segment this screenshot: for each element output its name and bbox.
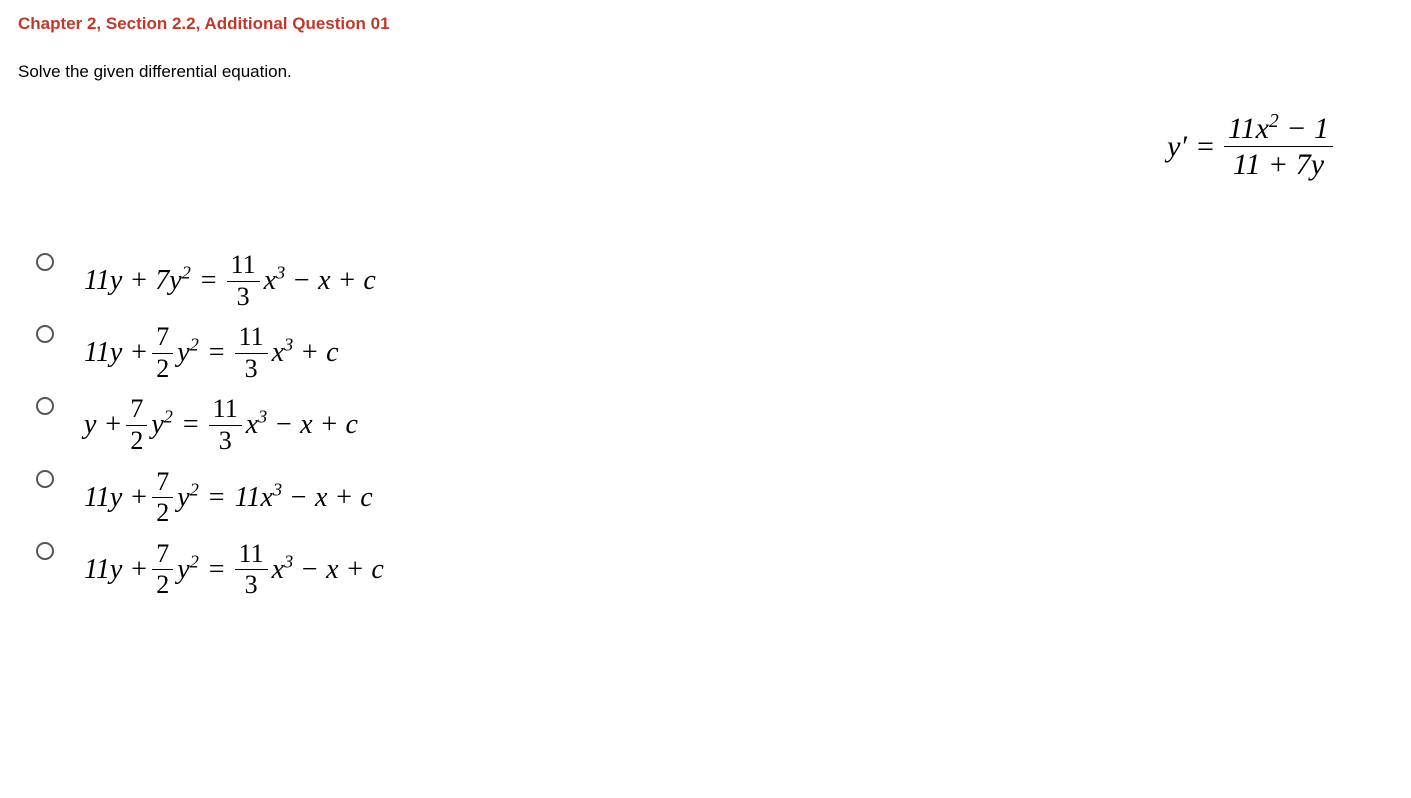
opt-right-frac: 11 3 xyxy=(209,395,242,455)
opt-left-frac: 7 2 xyxy=(126,395,147,455)
radio-button[interactable] xyxy=(36,253,54,271)
frac-num: 7 xyxy=(152,540,173,571)
frac-den: 2 xyxy=(152,570,173,600)
opt-frac: 11 3 xyxy=(227,251,260,311)
option-row: 11y + 7 2 y2 = 11 3 x3 − x + c xyxy=(36,540,1393,600)
opt-left-prefix: 11y + xyxy=(84,339,148,367)
opt-right: x3 − x + c xyxy=(272,556,384,584)
opt-left-prefix: y + xyxy=(84,411,122,439)
opt-eq: = xyxy=(203,339,231,367)
opt-left-prefix: 11y + xyxy=(84,556,148,584)
option-math: y + 7 2 y2 = 11 3 x3 − x + c xyxy=(84,395,358,455)
eq-fraction: 11x2 − 1 11 + 7y xyxy=(1224,112,1333,181)
radio-button[interactable] xyxy=(36,397,54,415)
frac-num: 11 xyxy=(235,323,268,354)
frac-den: 3 xyxy=(241,354,262,384)
frac-den: 3 xyxy=(241,570,262,600)
frac-den: 3 xyxy=(215,426,236,456)
opt-eq: = xyxy=(203,556,231,584)
frac-num: 7 xyxy=(152,468,173,499)
option-math: 11y + 7y2 = 11 3 x3 − x + c xyxy=(84,251,376,311)
opt-right: 11x3 − x + c xyxy=(235,484,373,512)
radio-button[interactable] xyxy=(36,470,54,488)
frac-den: 2 xyxy=(152,354,173,384)
frac-den: 3 xyxy=(233,282,254,312)
opt-left-suffix: y2 xyxy=(151,411,173,439)
opt-left-suffix: y2 xyxy=(177,484,199,512)
opt-right-frac: 11 3 xyxy=(235,323,268,383)
eq-numerator: 11x2 − 1 xyxy=(1224,112,1333,147)
opt-eq: = xyxy=(177,411,205,439)
frac-den: 2 xyxy=(126,426,147,456)
opt-left-suffix: y2 xyxy=(177,339,199,367)
question-title: Chapter 2, Section 2.2, Additional Quest… xyxy=(18,14,1393,34)
option-row: y + 7 2 y2 = 11 3 x3 − x + c xyxy=(36,395,1393,455)
option-math: 11y + 7 2 y2 = 11x3 − x + c xyxy=(84,468,373,528)
opt-eq: = xyxy=(195,267,223,295)
opt-right-frac: 11 3 xyxy=(235,540,268,600)
opt-left-frac: 7 2 xyxy=(152,323,173,383)
radio-button[interactable] xyxy=(36,325,54,343)
answer-options: 11y + 7y2 = 11 3 x3 − x + c 11y + 7 2 y2… xyxy=(36,251,1393,600)
opt-left: 11y + 7y2 xyxy=(84,267,191,295)
opt-left-frac: 7 2 xyxy=(152,540,173,600)
option-math: 11y + 7 2 y2 = 11 3 x3 − x + c xyxy=(84,540,384,600)
option-row: 11y + 7 2 y2 = 11 3 x3 + c xyxy=(36,323,1393,383)
opt-right: x3 − x + c xyxy=(264,267,376,295)
option-row: 11y + 7y2 = 11 3 x3 − x + c xyxy=(36,251,1393,311)
eq-lhs: y′ xyxy=(1167,130,1187,164)
frac-num: 7 xyxy=(152,323,173,354)
frac-num: 11 xyxy=(227,251,260,282)
frac-num: 7 xyxy=(126,395,147,426)
question-prompt: Solve the given differential equation. xyxy=(18,62,1393,82)
frac-den: 2 xyxy=(152,498,173,528)
option-row: 11y + 7 2 y2 = 11x3 − x + c xyxy=(36,468,1393,528)
eq-equals: = xyxy=(1197,130,1214,164)
opt-right: x3 + c xyxy=(272,339,339,367)
equation-display: y′ = 11x2 − 1 11 + 7y xyxy=(18,112,1393,181)
opt-left-suffix: y2 xyxy=(177,556,199,584)
frac-num: 11 xyxy=(209,395,242,426)
eq-denominator: 11 + 7y xyxy=(1229,147,1328,181)
opt-left-prefix: 11y + xyxy=(84,484,148,512)
option-math: 11y + 7 2 y2 = 11 3 x3 + c xyxy=(84,323,339,383)
opt-left-frac: 7 2 xyxy=(152,468,173,528)
radio-button[interactable] xyxy=(36,542,54,560)
opt-eq: = xyxy=(203,484,231,512)
frac-num: 11 xyxy=(235,540,268,571)
opt-right: x3 − x + c xyxy=(246,411,358,439)
